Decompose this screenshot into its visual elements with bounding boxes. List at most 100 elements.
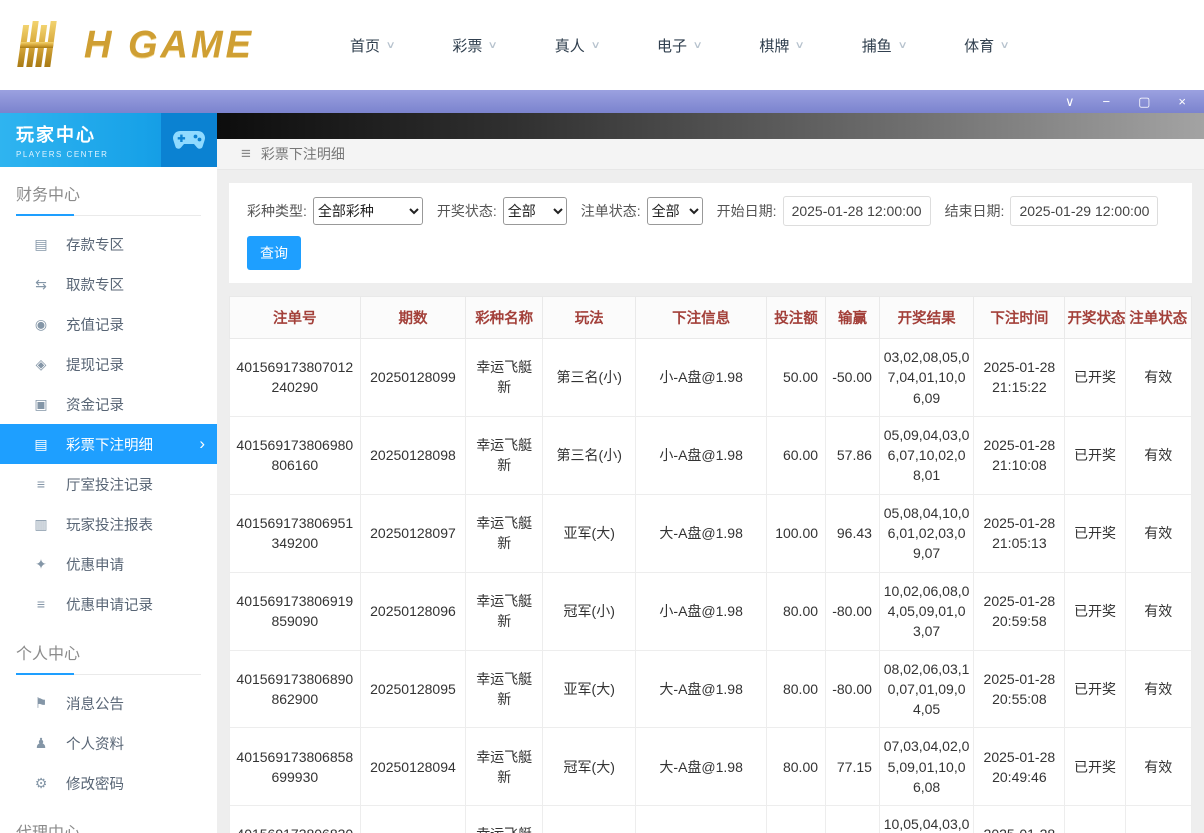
table-cell: 20250128098 (360, 416, 466, 494)
sidebar-item-label: 消息公告 (66, 693, 124, 714)
nav-item-label: 体育 (964, 35, 994, 56)
table-cell: 401569173806919859090 (230, 572, 361, 650)
sidebar-header: 玩家中心 PLAYERS CENTER (0, 113, 217, 167)
sidebar-item[interactable]: ▥玩家投注报表 (0, 504, 217, 544)
chevron-down-icon: ∨ (795, 40, 805, 51)
table-cell: 幸运飞艇新 (466, 339, 543, 417)
end-date-input[interactable] (1010, 196, 1158, 226)
column-header: 开奖状态 (1065, 297, 1125, 339)
lottery-bet-detail-icon: ▤ (32, 436, 50, 453)
start-date-input[interactable] (783, 196, 931, 226)
search-button[interactable]: 查询 (247, 236, 301, 270)
nav-item[interactable]: 真人∨ (555, 35, 599, 56)
table-cell: 05,08,04,10,06,01,02,03,09,07 (879, 494, 973, 572)
column-header: 开奖结果 (879, 297, 973, 339)
table-cell: 小-A盘@1.98 (636, 572, 767, 650)
menu-toggle-icon[interactable]: ≡ (241, 144, 251, 164)
sidebar-item-label: 资金记录 (66, 394, 124, 415)
table-cell: 07,03,04,02,05,09,01,10,06,08 (879, 728, 973, 806)
table-cell: 401569173806830170930 (230, 806, 361, 833)
table-cell: 幸运飞艇新 (466, 650, 543, 728)
bet-table-header-row: 注单号期数彩种名称玩法下注信息投注额输赢开奖结果下注时间开奖状态注单状态 (230, 297, 1192, 339)
table-cell: 幸运飞艇新 (466, 806, 543, 833)
sidebar-item[interactable]: ⚑消息公告 (0, 683, 217, 723)
chevron-down-icon: ∨ (693, 40, 703, 51)
column-header: 注单状态 (1125, 297, 1191, 339)
sidebar-item-label: 厅室投注记录 (66, 474, 153, 495)
promo-apply-icon: ✦ (32, 556, 50, 573)
breadcrumb: ≡ 彩票下注明细 (217, 139, 1204, 170)
chevron-down-icon: ∨ (488, 40, 498, 51)
order-status-label: 注单状态: (581, 201, 641, 221)
nav-item-label: 棋牌 (759, 35, 789, 56)
nav-item[interactable]: 捕鱼∨ (862, 35, 906, 56)
minimize-button[interactable]: − (1103, 95, 1111, 108)
table-cell: 第三名(小) (543, 339, 636, 417)
table-cell: 幸运飞艇新 (466, 416, 543, 494)
filter-panel: 彩种类型: 全部彩种 开奖状态: 全部 注单状态: 全部 开始日期: 结束日期:… (229, 183, 1192, 283)
nav-item[interactable]: 体育∨ (964, 35, 1008, 56)
sidebar-item-label: 玩家投注报表 (66, 514, 153, 535)
user-icon: ♟ (32, 735, 50, 752)
table-cell: -80.00 (826, 572, 880, 650)
sidebar-item[interactable]: ≡优惠申请记录 (0, 584, 217, 624)
sidebar-item[interactable]: ≡ 厅室投注记录 (0, 464, 217, 504)
table-row: 40156917380701224029020250128099幸运飞艇新第三名… (230, 339, 1192, 417)
sidebar-item[interactable]: ▣资金记录 (0, 384, 217, 424)
nav-item[interactable]: 棋牌 ∨ (759, 35, 803, 56)
table-cell: 大-A盘@1.98 (636, 806, 767, 833)
table-cell: 有效 (1125, 572, 1191, 650)
bet-table-card: 注单号期数彩种名称玩法下注信息投注额输赢开奖结果下注时间开奖状态注单状态 401… (229, 296, 1192, 833)
sidebar-item[interactable]: ▤ 彩票下注明细 › (0, 424, 217, 464)
draw-status-select[interactable]: 全部 (503, 197, 567, 225)
sidebar-item[interactable]: ♟个人资料 (0, 723, 217, 763)
table-cell: 幸运飞艇新 (466, 494, 543, 572)
draw-status-label: 开奖状态: (437, 201, 497, 221)
chevron-down-icon: ∨ (590, 40, 600, 51)
sidebar-item[interactable]: ▤存款专区 (0, 224, 217, 264)
sidebar-item[interactable]: ◉充值记录 (0, 304, 217, 344)
close-button[interactable]: × (1178, 95, 1186, 108)
sidebar-section-heading: 个人中心 (16, 640, 201, 675)
nav-item[interactable]: 电子∨ (657, 35, 701, 56)
table-cell: 2025-01-28 21:10:08 (974, 416, 1065, 494)
table-cell: 2025-01-28 20:59:58 (974, 572, 1065, 650)
table-cell: 03,02,08,05,07,04,01,10,06,09 (879, 339, 973, 417)
order-status-select[interactable]: 全部 (647, 197, 703, 225)
logo-mark-icon (14, 19, 76, 71)
sidebar-item[interactable]: ⇆取款专区 (0, 264, 217, 304)
maximize-button[interactable]: ▢ (1138, 95, 1150, 108)
chevron-right-icon: › (199, 434, 205, 454)
logo[interactable]: H GAME (14, 19, 314, 71)
sidebar-item[interactable]: ✦优惠申请 (0, 544, 217, 584)
table-cell: 已开奖 (1065, 416, 1125, 494)
sidebar-item-label: 彩票下注明细 (66, 434, 153, 455)
table-cell: 幸运飞艇新 (466, 728, 543, 806)
nav-item[interactable]: 首页∨ (350, 35, 394, 56)
chevron-down-icon: ∨ (386, 40, 396, 51)
table-cell: 08,02,06,03,10,07,01,09,04,05 (879, 650, 973, 728)
column-header: 玩法 (543, 297, 636, 339)
gear-icon: ⚙ (32, 775, 50, 792)
gamepad-icon (161, 113, 217, 167)
sidebar-item[interactable]: ◈提现记录 (0, 344, 217, 384)
table-cell: 小-A盘@1.98 (636, 416, 767, 494)
table-cell: 401569173806951349200 (230, 494, 361, 572)
dropdown-button[interactable]: ∨ (1065, 95, 1075, 108)
table-cell: 2025-01-28 20:49:46 (974, 728, 1065, 806)
lottery-type-select[interactable]: 全部彩种 (313, 197, 423, 225)
table-cell: 80.00 (766, 572, 825, 650)
table-cell: 2025-01-28 20:55:08 (974, 650, 1065, 728)
withdraw-icon: ⇆ (32, 276, 50, 293)
end-date-label: 结束日期: (945, 201, 1005, 221)
sidebar-item[interactable]: ⚙修改密码 (0, 763, 217, 803)
nav-item[interactable]: 彩票∨ (452, 35, 496, 56)
column-header: 下注时间 (974, 297, 1065, 339)
table-cell: 亚军(大) (543, 494, 636, 572)
top-header: H GAME 首页∨彩票∨真人∨电子∨棋牌∨捕鱼∨体育∨ (0, 0, 1204, 90)
table-cell: 401569173806858699930 (230, 728, 361, 806)
bet-table: 注单号期数彩种名称玩法下注信息投注额输赢开奖结果下注时间开奖状态注单状态 401… (229, 296, 1192, 833)
hall-bet-record-icon: ≡ (32, 476, 50, 492)
lottery-type-label: 彩种类型: (247, 201, 307, 221)
nav-item-label: 捕鱼 (862, 35, 892, 56)
